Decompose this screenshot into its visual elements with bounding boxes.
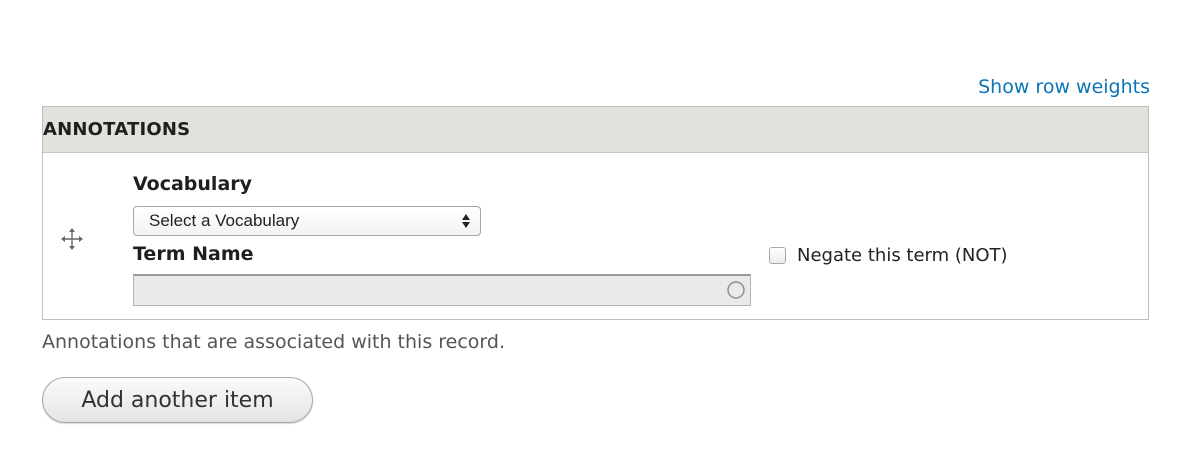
annotations-table: ANNOTATIONS Vocabulary Select a Vocabula… xyxy=(42,106,1149,320)
autocomplete-throbber-icon xyxy=(727,281,745,299)
drag-handle-icon[interactable] xyxy=(61,228,83,250)
field-description: Annotations that are associated with thi… xyxy=(42,331,505,353)
add-another-item-button[interactable]: Add another item xyxy=(42,377,313,423)
annotations-form: Show row weights ANNOTATIONS Vocabulary … xyxy=(0,0,1198,465)
vocabulary-select[interactable]: Select a Vocabulary xyxy=(133,206,481,236)
term-name-label: Term Name xyxy=(133,243,254,265)
term-name-input[interactable] xyxy=(133,274,751,306)
table-header-label: ANNOTATIONS xyxy=(43,119,191,140)
negate-term-option[interactable]: Negate this term (NOT) xyxy=(769,245,1008,266)
table-header: ANNOTATIONS xyxy=(43,107,1148,153)
show-row-weights-link[interactable]: Show row weights xyxy=(978,76,1150,98)
vocabulary-label: Vocabulary xyxy=(133,173,253,195)
negate-label: Negate this term (NOT) xyxy=(797,245,1008,266)
negate-checkbox[interactable] xyxy=(769,247,786,264)
vocabulary-select-value: Select a Vocabulary xyxy=(149,211,300,230)
select-updown-icon xyxy=(461,212,471,230)
